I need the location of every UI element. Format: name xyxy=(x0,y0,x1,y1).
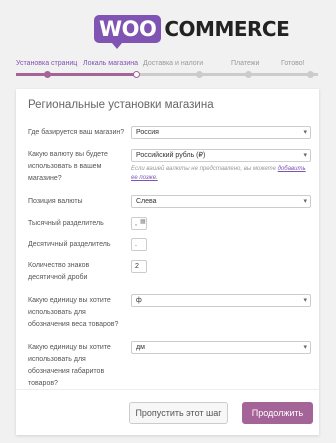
step-dot xyxy=(44,71,51,78)
setup-progress: Установка страниц Локаль магазина Достав… xyxy=(16,60,318,82)
step-dot xyxy=(196,71,203,78)
weight-unit-select[interactable]: ф xyxy=(131,294,311,307)
currency-position-value: Слева xyxy=(136,198,157,205)
thousand-separator-value: , xyxy=(135,220,137,227)
decimals-label: Количество знаков десятичной дроби xyxy=(28,262,90,281)
woocommerce-logo: WOO COMMERCE xyxy=(94,13,290,49)
locale-setup-card: Региональные установки магазина Где бази… xyxy=(16,89,319,435)
step-label: Готово! xyxy=(281,60,305,67)
step-dot xyxy=(307,71,314,78)
logo-woo: WOO xyxy=(94,15,162,49)
page-title: Региональные установки магазина xyxy=(28,99,214,111)
decimal-separator-value: . xyxy=(135,241,137,248)
skip-step-button[interactable]: Пропустить этот шаг xyxy=(129,402,228,424)
location-select[interactable]: Россия xyxy=(131,126,311,139)
divider xyxy=(16,389,319,390)
decimal-separator-input[interactable]: . xyxy=(131,238,147,251)
currency-label: Какую валюту вы будете использовать в ва… xyxy=(28,151,108,182)
step-dot xyxy=(245,71,252,78)
currency-hint-text: Если вашей валюты не представлено, вы мо… xyxy=(131,166,278,172)
step-payments: Платежи xyxy=(231,60,260,78)
step-pages: Установка страниц xyxy=(16,60,78,78)
dimension-unit-select[interactable]: дм xyxy=(131,341,311,354)
location-label: Где базируется ваш магазин? xyxy=(28,129,125,136)
logo-commerce: COMMERCE xyxy=(164,17,290,41)
currency-hint: Если вашей валюты не представлено, вы мо… xyxy=(131,165,307,183)
keyboard-icon: ▦ xyxy=(140,219,146,225)
location-value: Россия xyxy=(136,129,159,136)
currency-position-select[interactable]: Слева xyxy=(131,195,311,208)
step-label: Доставка и налоги xyxy=(143,60,204,67)
step-label: Локаль магазина xyxy=(83,60,139,67)
progress-fill xyxy=(16,73,134,76)
currency-position-label: Позиция валюты xyxy=(28,198,83,205)
weight-unit-label: Какую единицу вы хотите использовать для… xyxy=(28,297,119,328)
step-dot xyxy=(133,71,140,78)
dimension-unit-label: Какую единицу вы хотите использовать для… xyxy=(28,344,111,387)
currency-select[interactable]: Российский рубль (₽) xyxy=(131,149,311,162)
weight-unit-value: ф xyxy=(136,297,142,304)
currency-value: Российский рубль (₽) xyxy=(136,152,206,159)
step-ready: Готово! xyxy=(281,60,314,78)
decimals-value: 2 xyxy=(135,263,139,270)
step-label: Установка страниц xyxy=(16,60,78,67)
dimension-unit-value: дм xyxy=(136,344,145,351)
decimals-input[interactable]: 2 xyxy=(131,260,147,273)
decimal-separator-label: Десятичный разделитель xyxy=(28,241,111,248)
step-label: Платежи xyxy=(231,60,260,67)
step-shipping: Доставка и налоги xyxy=(143,60,204,78)
thousand-separator-label: Тысячный разделитель xyxy=(28,220,104,227)
continue-button[interactable]: Продолжить xyxy=(242,402,313,424)
step-locale: Локаль магазина xyxy=(83,60,140,78)
